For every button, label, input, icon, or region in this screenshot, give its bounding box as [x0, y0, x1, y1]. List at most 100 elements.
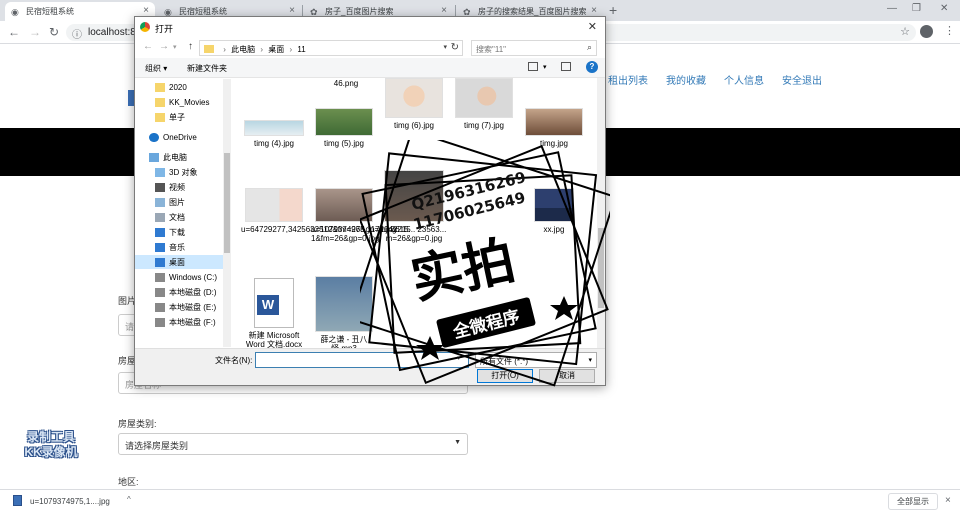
crumb-folder[interactable]: 11: [297, 45, 305, 54]
nav-item-downloads[interactable]: 下载: [155, 225, 185, 239]
nav-profile[interactable]: 个人信息: [724, 72, 764, 87]
file-item[interactable]: W 新建 Microsoft Word 文档.docx: [241, 278, 307, 348]
nav-item-documents[interactable]: 文档: [155, 210, 185, 224]
nav-logout[interactable]: 安全退出: [782, 72, 822, 87]
minimize-icon[interactable]: —: [887, 3, 897, 14]
new-folder-button[interactable]: 新建文件夹: [187, 63, 227, 74]
nav-item-pictures[interactable]: 图片: [155, 195, 185, 209]
file-type-select[interactable]: 所有文件 (*.*) ▾: [475, 352, 597, 368]
close-icon[interactable]: ×: [591, 5, 597, 16]
file-item[interactable]: timg.jpg: [521, 108, 587, 148]
up-arrow-icon[interactable]: ↑: [188, 41, 193, 52]
file-item[interactable]: u=1079374975,1172042215 1&fm=26&gp=0.jpg: [311, 188, 411, 243]
crumb-this-pc[interactable]: 此电脑: [231, 45, 255, 54]
file-item[interactable]: timg (7).jpg: [451, 78, 517, 130]
nav-item-desktop[interactable]: 桌面: [135, 255, 231, 269]
cube-icon: [155, 167, 165, 177]
forward-icon[interactable]: →: [29, 25, 41, 39]
crumb-sep: ›: [289, 45, 293, 54]
site-nav: 租出列表 我的收藏 个人信息 安全退出: [608, 72, 822, 87]
filename-input[interactable]: [255, 352, 469, 368]
scroll-thumb[interactable]: [598, 228, 604, 308]
bookmark-star-icon[interactable]: ☆: [900, 25, 910, 38]
nav-favorites[interactable]: 我的收藏: [666, 72, 706, 87]
new-tab-icon[interactable]: +: [609, 2, 617, 18]
chevron-down-icon[interactable]: ▾: [173, 43, 177, 51]
file-name: timg (6).jpg: [393, 121, 434, 130]
tab-1[interactable]: ◉ 民宿短租系统 ×: [5, 2, 155, 21]
file-name: 46.png: [333, 79, 359, 88]
show-all-button[interactable]: 全部显示: [888, 493, 938, 510]
nav-item-danzi[interactable]: 单子: [155, 110, 185, 124]
nav-label: KK_Movies: [169, 97, 210, 107]
nav-item-drive-f[interactable]: 本地磁盘 (F:): [155, 315, 216, 329]
file-icon: [13, 495, 22, 506]
chevron-down-icon[interactable]: ▾: [543, 63, 547, 71]
more-menu-icon[interactable]: ⋮: [944, 24, 955, 37]
file-item[interactable]: 薛之谦 - 丑八怪.mp3: [311, 276, 377, 348]
image-thumbnail: [525, 108, 583, 136]
close-icon[interactable]: ✕: [588, 20, 597, 33]
file-item[interactable]: timg (4).jpg: [241, 120, 307, 148]
file-item[interactable]: xx.jpg: [521, 188, 587, 234]
file-item[interactable]: timg (6).jpg: [381, 78, 447, 130]
nav-item-videos[interactable]: 视频: [155, 180, 185, 194]
preview-pane-icon[interactable]: [561, 62, 571, 71]
info-icon[interactable]: ⓘ: [72, 26, 82, 41]
back-icon[interactable]: ←: [143, 41, 153, 52]
file-list-pane: 46.png timg (4).jpg timg (5).jpg timg (6…: [233, 78, 597, 348]
file-item[interactable]: 46.png: [313, 79, 379, 88]
chevron-down-icon: ▾: [588, 357, 592, 364]
search-input[interactable]: 搜索"11" ⌕: [471, 40, 597, 56]
organize-button[interactable]: 组织 ▾: [145, 63, 167, 74]
nav-item-drive-c[interactable]: Windows (C:): [155, 270, 217, 284]
nav-label: 视频: [169, 182, 185, 192]
view-options-icon[interactable]: [528, 62, 538, 71]
nav-item-3d-objects[interactable]: 3D 对象: [155, 165, 197, 179]
nav-item-2020[interactable]: 2020: [155, 80, 187, 94]
close-icon[interactable]: ×: [289, 5, 295, 16]
window-close-icon[interactable]: ✕: [940, 3, 948, 14]
close-icon[interactable]: ×: [945, 495, 951, 506]
refresh-icon[interactable]: ↻: [451, 42, 459, 53]
cancel-button[interactable]: 取消: [539, 369, 595, 383]
profile-icon[interactable]: [920, 25, 933, 38]
nav-item-this-pc[interactable]: 此电脑: [149, 150, 187, 164]
nav-rent-list[interactable]: 租出列表: [608, 72, 648, 87]
nav-item-onedrive[interactable]: OneDrive: [149, 130, 197, 144]
nav-item-drive-e[interactable]: 本地磁盘 (E:): [155, 300, 216, 314]
file-scrollbar[interactable]: [597, 78, 605, 348]
scroll-thumb[interactable]: [224, 153, 230, 253]
help-icon[interactable]: ?: [586, 61, 598, 73]
file-item[interactable]: u=3615... 23563... m=26&gp=0.jpg: [381, 170, 447, 243]
file-item[interactable]: u=64729277,3425632512&fm=26&gp=0.jpg: [241, 188, 396, 234]
download-bar: u=1079374975,1....jpg ^ 全部显示 ×: [0, 489, 960, 513]
close-icon[interactable]: ×: [441, 5, 447, 16]
chevron-up-icon[interactable]: ^: [127, 495, 131, 504]
restore-icon[interactable]: ❐: [912, 3, 921, 14]
drive-icon: [155, 272, 165, 282]
file-name: timg (7).jpg: [463, 121, 504, 130]
nav-item-drive-d[interactable]: 本地磁盘 (D:): [155, 285, 217, 299]
house-type-select[interactable]: 请选择房屋类别 ▼: [118, 433, 468, 455]
back-icon[interactable]: ←: [8, 25, 20, 39]
reload-icon[interactable]: ↻: [49, 25, 59, 39]
recorder-line-1: 录制工具: [26, 430, 75, 444]
crumb-desktop[interactable]: 桌面: [268, 45, 284, 54]
forward-icon[interactable]: →: [159, 41, 169, 52]
open-button[interactable]: 打开(O): [477, 369, 533, 383]
nav-label: 桌面: [169, 257, 185, 267]
path-breadcrumb[interactable]: › 此电脑 › 桌面 › 11 ▾ ↻: [199, 40, 463, 56]
desktop-icon: [155, 257, 165, 267]
audio-cover-thumbnail: [315, 276, 373, 332]
chevron-down-icon[interactable]: ▾: [457, 354, 461, 362]
nav-item-kk-movies[interactable]: KK_Movies: [155, 95, 209, 109]
nav-label: OneDrive: [163, 132, 197, 142]
navigation-pane: 2020 KK_Movies 单子 OneDrive 此电脑 3D 对象 视频 …: [135, 78, 231, 348]
file-item[interactable]: timg (5).jpg: [311, 108, 377, 148]
chevron-down-icon[interactable]: ▾: [443, 43, 447, 51]
nav-item-music[interactable]: 音乐: [155, 240, 185, 254]
download-filename[interactable]: u=1079374975,1....jpg: [30, 497, 110, 506]
nav-scrollbar[interactable]: [223, 79, 231, 347]
close-icon[interactable]: ×: [143, 5, 149, 16]
